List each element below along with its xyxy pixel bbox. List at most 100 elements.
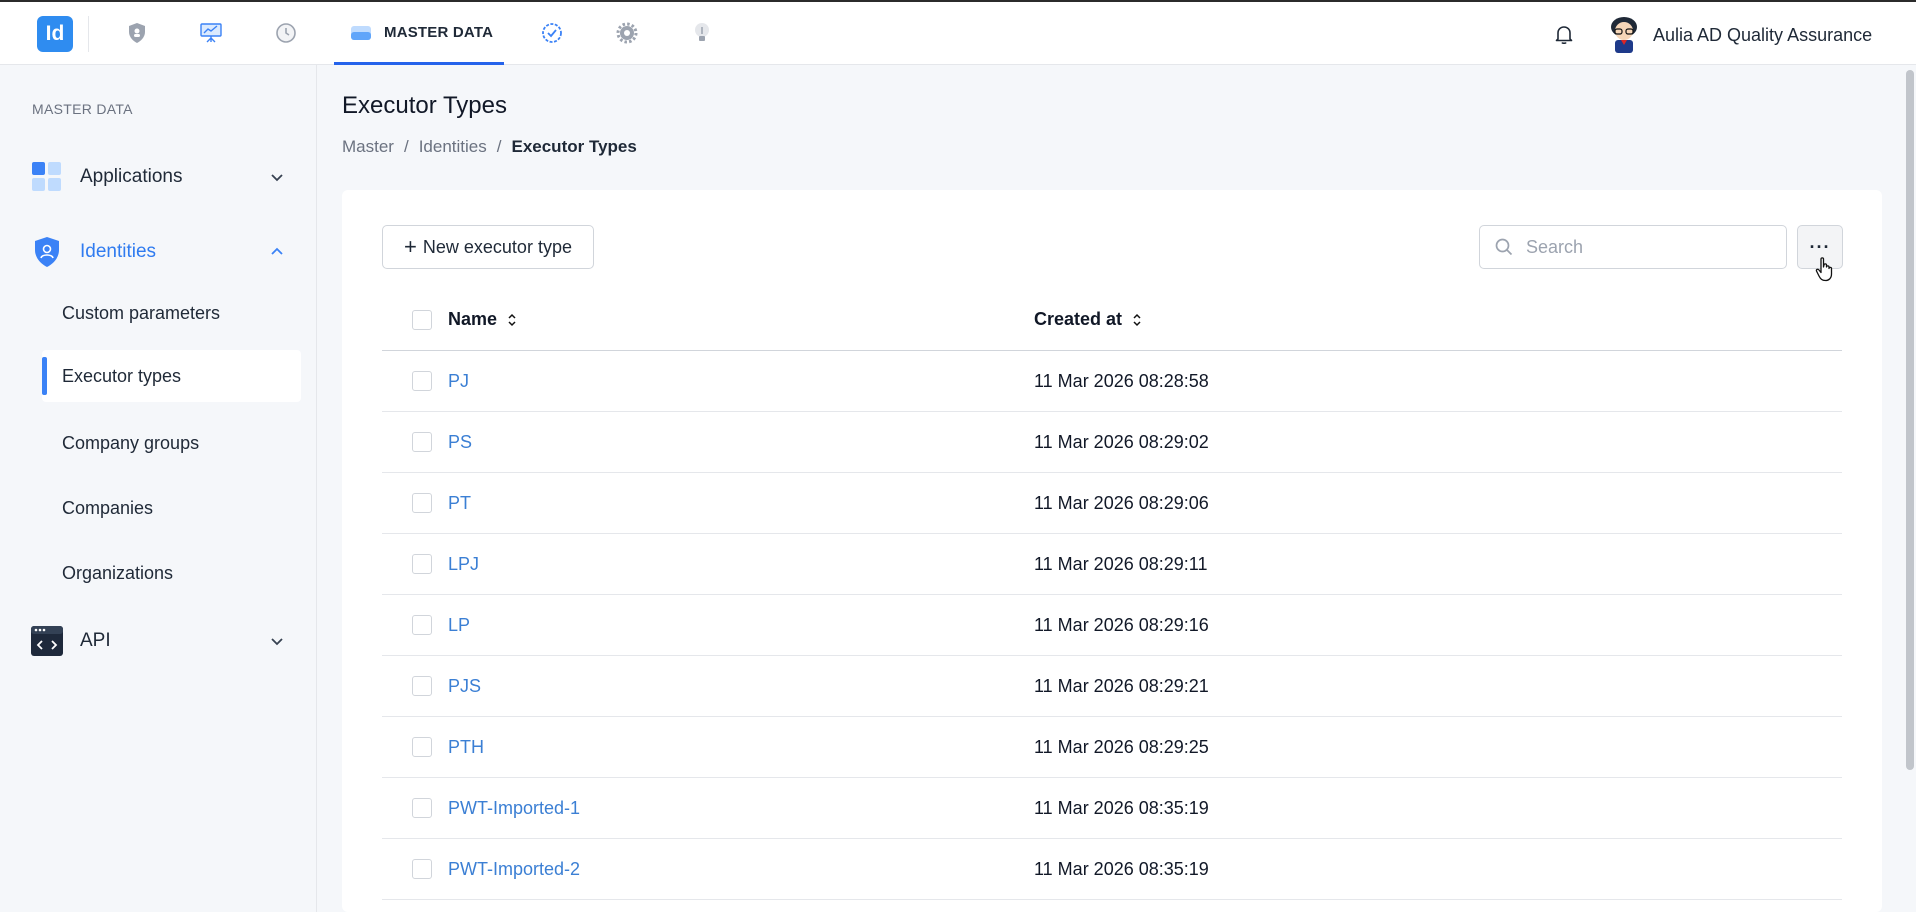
row-checkbox[interactable] [412,737,432,757]
breadcrumb: Master / Identities / Executor Types [342,137,637,157]
chevron-up-icon [271,247,283,255]
row-checkbox[interactable] [412,371,432,391]
created-at-value: 11 Mar 2026 08:35:19 [1034,798,1209,818]
more-options-label: ··· [1809,236,1831,257]
sidebar-item-company-groups[interactable]: Company groups [42,417,301,469]
code-window-icon [30,624,64,658]
executor-type-link[interactable]: PS [448,432,472,453]
sidebar-item-label: Custom parameters [62,302,221,323]
column-header-created-at[interactable]: Created at [1034,309,1142,330]
sidebar-group-label: Applications [80,166,183,187]
user-name[interactable]: Aulia AD Quality Assurance [1653,25,1872,46]
shield-icon[interactable] [124,20,150,46]
created-at-value: 11 Mar 2026 08:29:25 [1034,737,1209,757]
sidebar-item-companies[interactable]: Companies [42,482,301,534]
sidebar-title: MASTER DATA [32,101,133,117]
search-input[interactable] [1526,236,1766,258]
table-row: PWT-Imported-1 11 Mar 2026 08:35:19 [382,778,1842,839]
breadcrumb-separator: / [403,137,409,156]
sort-icon [508,313,516,326]
select-all-checkbox[interactable] [412,310,432,330]
created-at-value: 11 Mar 2026 08:29:02 [1034,432,1209,452]
created-at-value: 11 Mar 2026 08:35:19 [1034,859,1209,879]
sidebar: MASTER DATA Applications Identities Cust… [0,65,317,912]
top-bar: Id MASTER DATA Aulia AD Quality Assuranc… [0,0,1916,65]
table-row: PTH 11 Mar 2026 08:29:25 [382,717,1842,778]
breadcrumb-separator: / [496,137,502,156]
page-title: Executor Types [342,92,507,119]
sidebar-item-custom-parameters[interactable]: Custom parameters [42,287,301,339]
breadcrumb-current: Executor Types [511,137,637,156]
row-checkbox[interactable] [412,432,432,452]
column-header-name[interactable]: Name [448,309,517,330]
gear-icon[interactable] [614,20,640,46]
executor-type-link[interactable]: PTH [448,737,484,758]
search-box[interactable] [1479,225,1787,269]
row-checkbox[interactable] [412,615,432,635]
new-executor-type-button[interactable]: + New executor type [382,225,594,269]
table-row: PT 11 Mar 2026 08:29:06 [382,473,1842,534]
plus-icon: + [404,234,417,259]
row-checkbox[interactable] [412,859,432,879]
column-header-label: Name [448,309,498,329]
app-logo[interactable]: Id [37,16,73,52]
row-checkbox[interactable] [412,676,432,696]
breadcrumb-identities[interactable]: Identities [419,137,487,157]
bell-icon[interactable] [1551,21,1577,47]
column-header-label: Created at [1034,309,1123,329]
created-at-value: 11 Mar 2026 08:28:58 [1034,371,1209,391]
sidebar-item-label: Executor types [62,365,182,386]
breadcrumb-master[interactable]: Master [342,137,394,157]
lightbulb-icon[interactable] [689,20,715,46]
content-card: + New executor type ··· Name Created at … [342,190,1882,912]
logo-text: Id [45,22,65,45]
sort-icon [1133,313,1141,326]
executor-type-link[interactable]: PJ [448,371,469,392]
sidebar-item-organizations[interactable]: Organizations [42,547,301,599]
sidebar-item-label: Companies [62,497,154,518]
new-button-label: New executor type [422,236,572,257]
executor-type-link[interactable]: PWT-Imported-1 [448,798,580,819]
table-row: PJ 11 Mar 2026 08:28:58 [382,351,1842,412]
executor-type-link[interactable]: PJS [448,676,481,697]
created-at-value: 11 Mar 2026 08:29:16 [1034,615,1209,635]
check-badge-icon[interactable] [539,20,565,46]
presentation-icon[interactable] [198,20,224,46]
sidebar-item-executor-types[interactable]: Executor types [42,350,301,402]
executor-type-link[interactable]: LPJ [448,554,479,575]
sidebar-group-api[interactable]: API [30,618,298,664]
created-at-value: 11 Mar 2026 08:29:21 [1034,676,1209,696]
executor-types-table: Name Created at PJ 11 Mar 2026 08:28:58 P… [382,289,1842,900]
row-checkbox[interactable] [412,493,432,513]
created-at-value: 11 Mar 2026 08:29:06 [1034,493,1209,513]
executor-type-link[interactable]: LP [448,615,470,636]
search-icon [1495,238,1513,256]
clock-icon[interactable] [273,20,299,46]
table-header: Name Created at [382,289,1842,351]
avatar[interactable] [1606,15,1642,55]
hand-pointer-icon [1815,257,1833,282]
created-at-value: 11 Mar 2026 08:29:11 [1034,554,1208,574]
database-icon [351,26,371,40]
chevron-down-icon [271,174,283,182]
sidebar-group-applications[interactable]: Applications [30,154,298,200]
executor-type-link[interactable]: PT [448,493,471,514]
row-checkbox[interactable] [412,798,432,818]
grid-icon [30,160,64,194]
table-row: LP 11 Mar 2026 08:29:16 [382,595,1842,656]
executor-type-link[interactable]: PWT-Imported-2 [448,859,580,880]
table-row: PJS 11 Mar 2026 08:29:21 [382,656,1842,717]
sidebar-group-label: Identities [80,241,157,262]
sidebar-item-label: Organizations [62,562,174,583]
table-row: LPJ 11 Mar 2026 08:29:11 [382,534,1842,595]
tab-master-data[interactable]: MASTER DATA [334,2,504,65]
sidebar-item-label: Company groups [62,432,200,453]
row-checkbox[interactable] [412,554,432,574]
page-scrollbar[interactable] [1906,70,1914,770]
sidebar-group-label: API [80,630,111,651]
table-row: PWT-Imported-2 11 Mar 2026 08:35:19 [382,839,1842,900]
sidebar-group-identities[interactable]: Identities [30,229,298,275]
user-shield-icon [30,235,64,269]
chevron-down-icon [271,638,283,646]
logo-divider [88,16,89,52]
